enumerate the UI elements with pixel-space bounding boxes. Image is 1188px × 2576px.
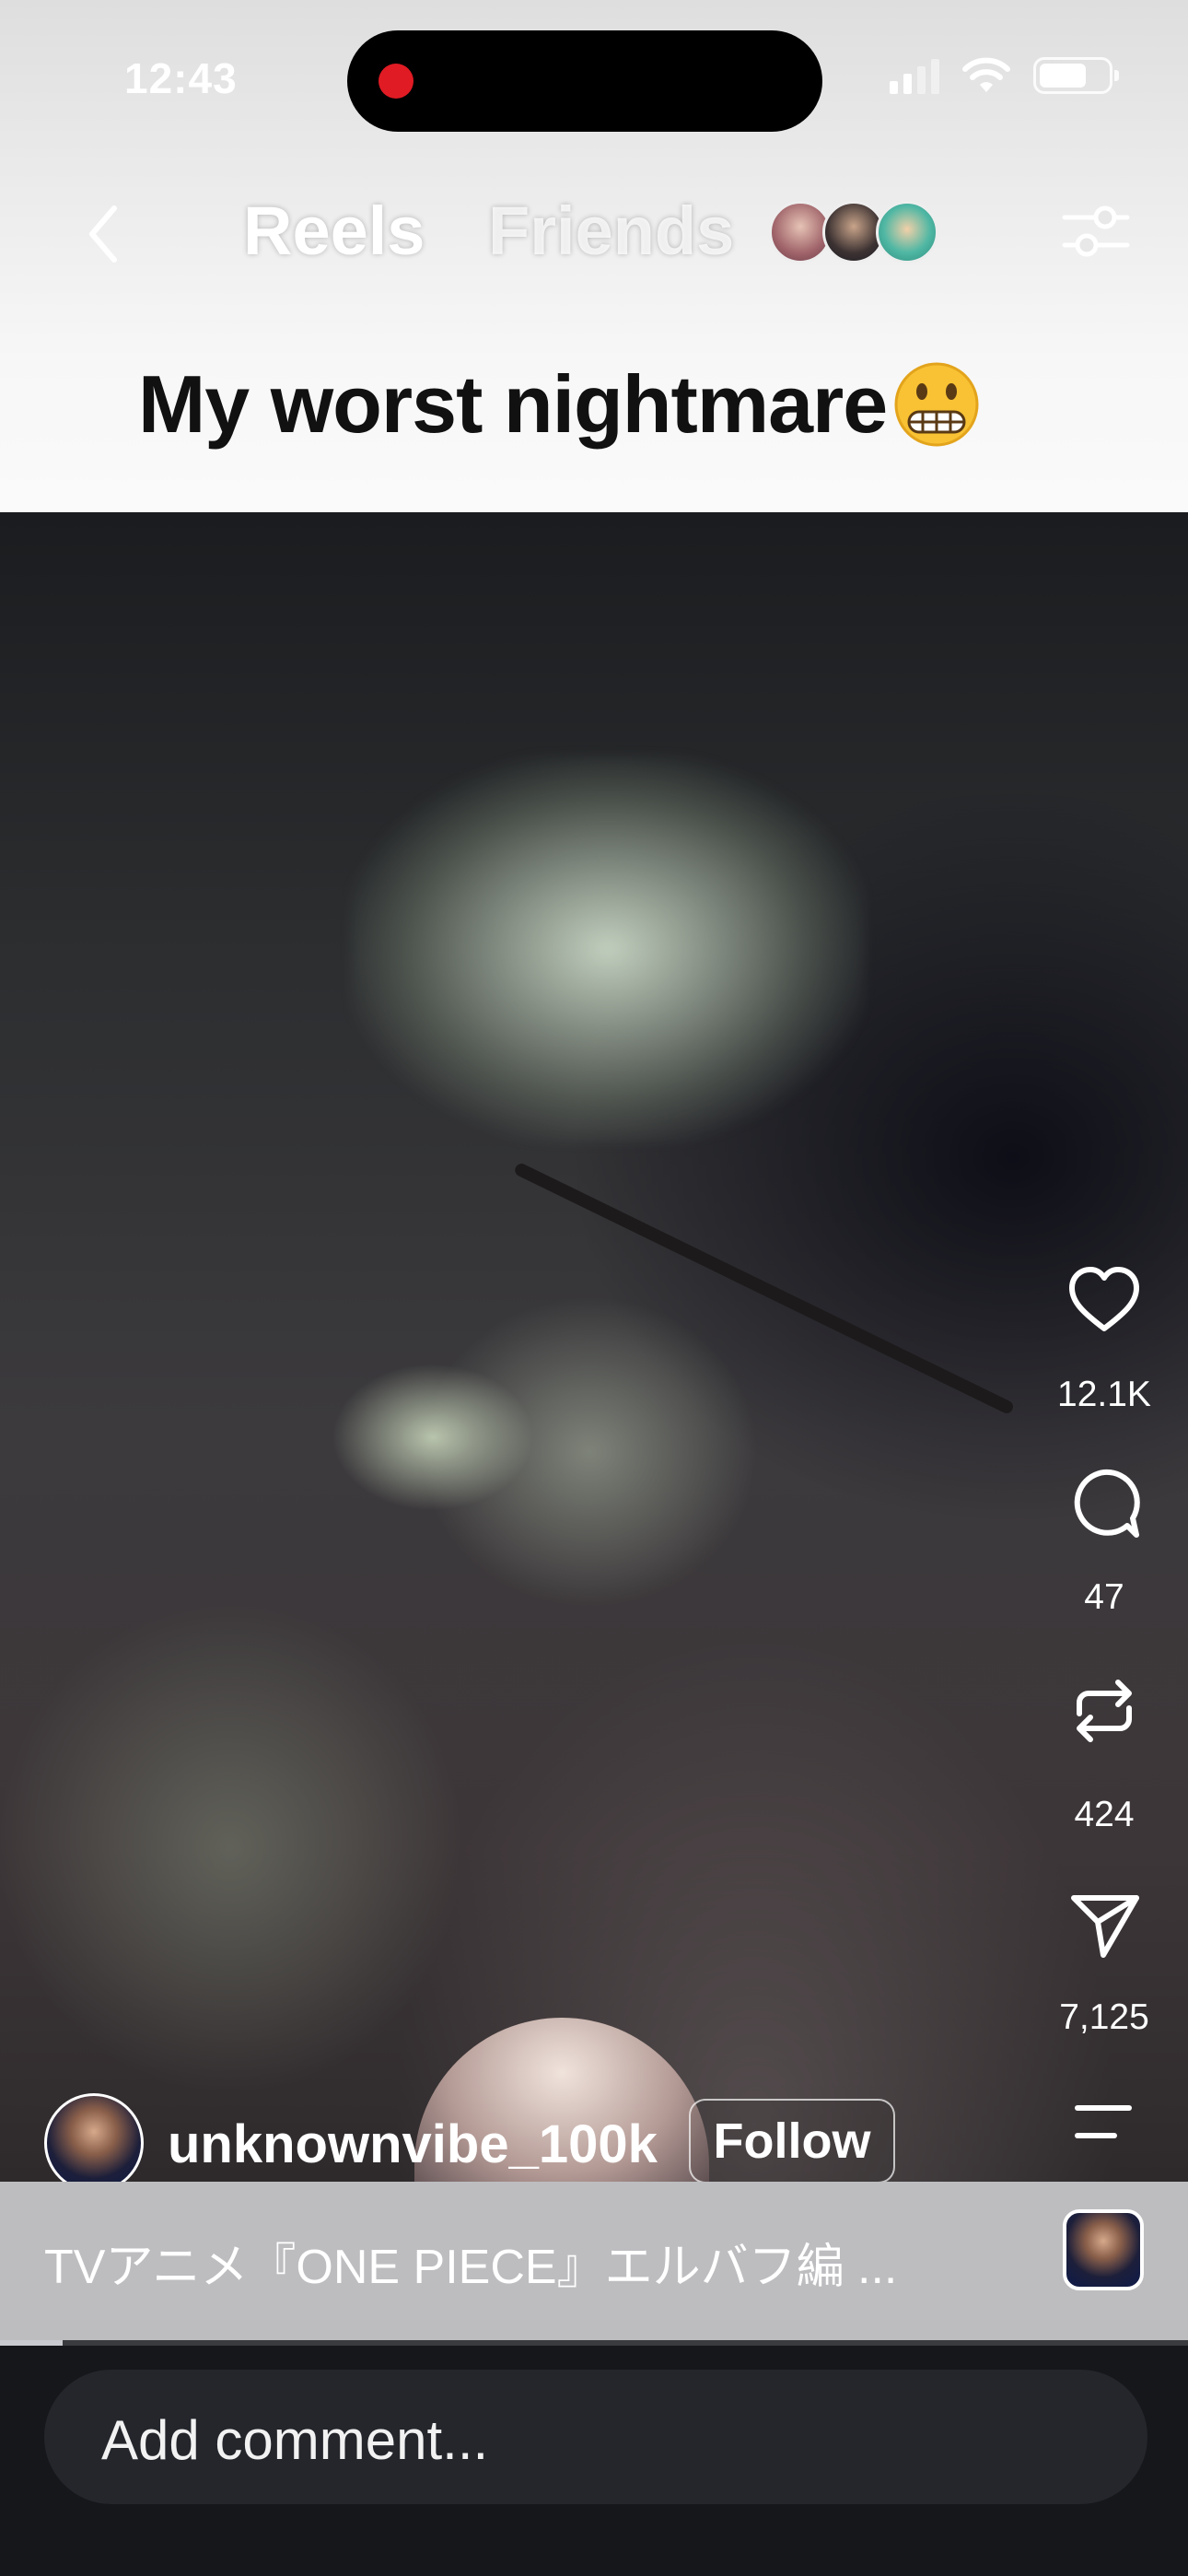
comment-bubble-icon[interactable] <box>1066 1465 1142 1540</box>
repost-action[interactable] <box>1065 1673 1144 1749</box>
tab-friends[interactable]: Friends <box>488 192 734 270</box>
battery-icon <box>1033 57 1119 94</box>
reels-screen: 12:43 Reels Friends My worst nightmare 1… <box>0 0 1188 2576</box>
comment-count: 47 <box>1084 1577 1124 1617</box>
like-count: 12.1K <box>1057 1375 1151 1414</box>
audio-title[interactable]: TVアニメ『ONE PIECE』エルバフ編 ... <box>44 2228 897 2297</box>
reel-caption: My worst nightmare <box>138 357 981 451</box>
share-action[interactable] <box>1065 1887 1144 1962</box>
status-time: 12:43 <box>124 54 238 102</box>
more-menu-icon[interactable] <box>1074 2102 1133 2141</box>
chevron-left-icon[interactable] <box>85 205 122 263</box>
comment-placeholder[interactable]: Add comment... <box>101 2408 488 2472</box>
comment-action[interactable] <box>1065 1465 1144 1540</box>
author-username[interactable]: unknownvibe_100k <box>168 2113 658 2175</box>
repost-count: 424 <box>1074 1795 1135 1834</box>
status-icons <box>890 57 1119 94</box>
repost-icon[interactable] <box>1066 1673 1142 1749</box>
author-avatar[interactable] <box>44 2093 144 2193</box>
friend-avatar <box>876 201 938 263</box>
wifi-icon <box>962 57 1010 92</box>
video-foliage-lower <box>332 1364 534 1511</box>
dynamic-island <box>347 30 822 132</box>
share-count: 7,125 <box>1059 1997 1149 2037</box>
tab-reels[interactable]: Reels <box>243 192 425 270</box>
heart-icon[interactable] <box>1066 1262 1142 1338</box>
grimacing-face-icon <box>894 362 979 447</box>
video-foliage <box>350 755 866 1142</box>
paper-plane-icon[interactable] <box>1066 1887 1142 1962</box>
cellular-signal-icon <box>890 57 939 94</box>
sliders-icon[interactable] <box>1061 199 1131 263</box>
caption-text: My worst nightmare <box>138 358 888 450</box>
audio-thumbnail[interactable] <box>1063 2209 1144 2290</box>
like-action[interactable] <box>1065 1262 1144 1338</box>
recording-indicator <box>379 64 413 99</box>
follow-button[interactable]: Follow <box>689 2099 895 2184</box>
friends-avatars[interactable] <box>769 201 938 263</box>
